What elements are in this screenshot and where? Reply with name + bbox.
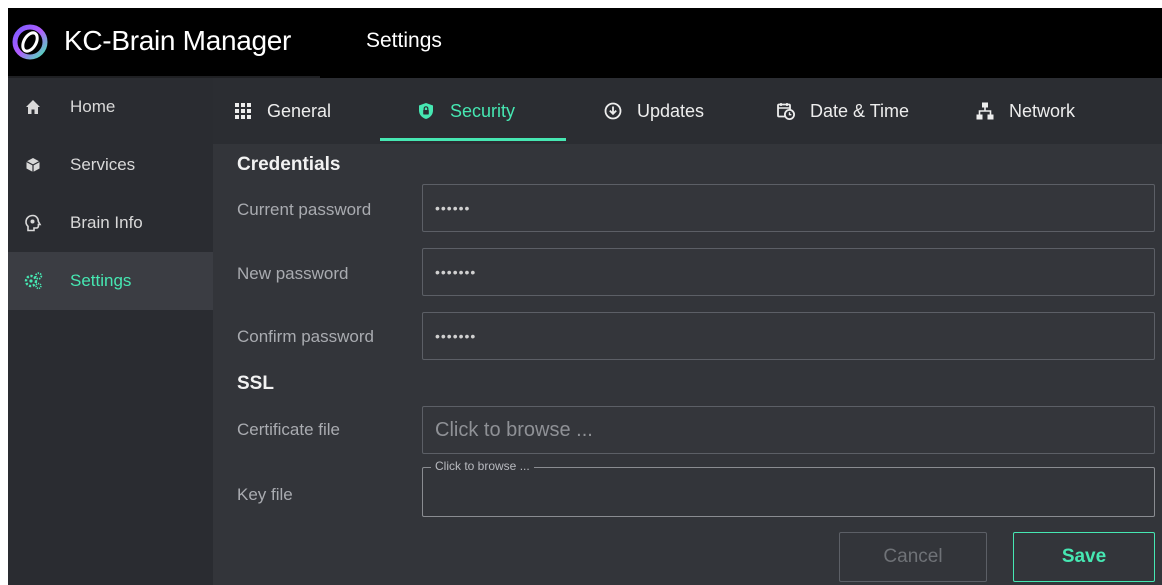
sidebar: Home Services Brain Info Settings xyxy=(8,78,213,585)
app-window: KC-Brain Manager Settings Home Services … xyxy=(8,8,1162,585)
key-file-legend: Click to browse ... xyxy=(431,459,534,473)
tab-security[interactable]: Security xyxy=(416,78,515,144)
calendar-clock-icon xyxy=(776,101,796,121)
tab-label: Date & Time xyxy=(810,100,910,121)
sidebar-item-services[interactable]: Services xyxy=(8,136,213,194)
current-password-input[interactable] xyxy=(422,184,1155,232)
credentials-heading: Credentials xyxy=(237,154,341,175)
app-title: KC-Brain Manager xyxy=(64,25,292,56)
save-button[interactable]: Save xyxy=(1013,532,1155,582)
tab-label: General xyxy=(267,100,332,121)
new-password-label: New password xyxy=(237,264,349,283)
cube-icon xyxy=(22,154,44,176)
tab-label: Updates xyxy=(637,100,705,121)
sidebar-item-label: Brain Info xyxy=(70,213,143,232)
cancel-button[interactable]: Cancel xyxy=(839,532,987,582)
tab-updates[interactable]: Updates xyxy=(603,78,704,144)
home-icon xyxy=(22,96,44,118)
new-password-input[interactable] xyxy=(422,248,1155,296)
gear-icon xyxy=(22,270,44,292)
tab-date-time[interactable]: Date & Time xyxy=(776,78,909,144)
sidebar-item-label: Services xyxy=(70,155,136,174)
current-password-label: Current password xyxy=(237,200,372,219)
tab-label: Security xyxy=(450,100,516,121)
active-tab-indicator xyxy=(380,138,566,141)
tab-bar: General Security Updates Date & Time Net… xyxy=(213,78,1162,144)
brain-icon xyxy=(22,212,44,234)
grid-icon xyxy=(233,101,253,121)
network-icon xyxy=(975,101,995,121)
page-title: Settings xyxy=(366,29,442,52)
certificate-file-input[interactable] xyxy=(422,406,1155,454)
confirm-password-label: Confirm password xyxy=(237,327,374,346)
sidebar-item-brain-info[interactable]: Brain Info xyxy=(8,194,213,252)
sidebar-item-label: Home xyxy=(70,97,116,116)
tab-network[interactable]: Network xyxy=(975,78,1075,144)
sidebar-item-label: Settings xyxy=(70,271,132,290)
confirm-password-input[interactable] xyxy=(422,312,1155,360)
key-file-input[interactable]: Click to browse ... xyxy=(422,459,1155,517)
tab-label: Network xyxy=(1009,100,1076,121)
download-icon xyxy=(603,101,623,121)
key-file-label: Key file xyxy=(237,485,293,504)
tab-general[interactable]: General xyxy=(233,78,331,144)
certificate-file-label: Certificate file xyxy=(237,420,340,439)
ssl-heading: SSL xyxy=(237,373,274,394)
app-logo-icon xyxy=(12,24,48,60)
title-bar: KC-Brain Manager Settings xyxy=(8,8,1162,80)
shield-icon xyxy=(416,101,436,121)
sidebar-item-home[interactable]: Home xyxy=(8,78,213,136)
security-panel: Credentials Current password New passwor… xyxy=(213,144,1162,585)
sidebar-item-settings[interactable]: Settings xyxy=(8,252,213,310)
